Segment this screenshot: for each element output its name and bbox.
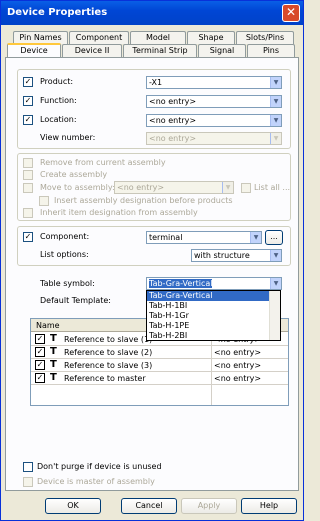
move-assembly-value: <no entry> [117,183,165,192]
chevron-down-icon[interactable]: ▼ [270,278,281,289]
view-number-label: View number: [40,133,96,142]
table-row[interactable]: ✓ T Reference to slave (3) <no entry> [31,359,288,372]
row-checkbox[interactable]: ✓ [35,373,45,383]
create-assembly-label: Create assembly [40,170,108,179]
location-combo[interactable]: <no entry> ▼ [146,114,282,127]
tab-terminal-strip[interactable]: Terminal Strip [123,44,197,57]
tab-pins[interactable]: Pins [247,44,295,57]
dropdown-option[interactable]: Tab-H-2BI [147,331,280,340]
tab-shape[interactable]: Shape [187,31,235,44]
dropdown-option[interactable]: Tab-H-1Gr [147,311,280,321]
inherit-designation-checkbox[interactable] [23,208,33,218]
view-number-combo[interactable]: <no entry> ▼ [146,132,282,145]
dropdown-option[interactable]: Tab-Gra-Vertical [147,291,280,301]
product-checkbox[interactable]: ✓ [23,77,33,87]
text-type-icon: T [50,359,57,370]
product-combo[interactable]: -X1 ▼ [146,76,282,89]
inherit-designation-label: Inherit item designation from assembly [40,208,198,217]
product-label: Product: [40,77,74,86]
help-button[interactable]: Help [241,498,297,514]
tab-model[interactable]: Model [130,31,186,44]
chevron-down-icon[interactable]: ▼ [270,115,281,126]
row-value: <no entry> [214,348,262,357]
apply-button[interactable]: Apply [181,498,237,514]
tab-device-ii[interactable]: Device II [62,44,122,57]
chevron-down-icon[interactable]: ▼ [270,96,281,107]
function-combo[interactable]: <no entry> ▼ [146,95,282,108]
table-symbol-dropdown-list[interactable]: Tab-Gra-Vertical Tab-H-1BI Tab-H-1Gr Tab… [146,290,281,341]
row-name: Reference to slave (1) [64,335,153,344]
text-type-icon: T [50,333,57,344]
list-all-checkbox[interactable] [241,183,251,193]
location-label: Location: [40,115,77,124]
tab-component[interactable]: Component [69,31,129,44]
component-checkbox[interactable]: ✓ [23,232,33,242]
tab-device[interactable]: Device [7,43,61,58]
component-combo[interactable]: terminal ▼ [146,231,262,244]
window-title: Device Properties [7,7,108,18]
move-assembly-combo[interactable]: <no entry> ▼ [114,181,234,194]
default-template-label: Default Template: [40,296,111,305]
move-assembly-checkbox[interactable] [23,183,33,193]
function-value: <no entry> [149,97,197,106]
chevron-down-icon[interactable]: ▼ [270,250,281,261]
chevron-down-icon[interactable]: ▼ [270,77,281,88]
text-type-icon: T [50,372,57,383]
move-assembly-label: Move to assembly: [40,183,115,192]
tab-signal[interactable]: Signal [198,44,246,57]
table-symbol-value: Tab-Gra-Vertical [149,279,213,288]
location-value: <no entry> [149,116,197,125]
column-header-name[interactable]: Name [36,321,60,330]
no-purge-checkbox[interactable] [23,462,33,472]
list-all-label: List all ... [254,183,291,192]
row-checkbox[interactable]: ✓ [35,347,45,357]
insert-designation-label: Insert assembly designation before produ… [54,196,233,205]
row-checkbox[interactable]: ✓ [35,334,45,344]
location-checkbox[interactable]: ✓ [23,115,33,125]
row-value: <no entry> [214,361,262,370]
browse-component-button[interactable]: ... [265,230,283,245]
dropdown-option[interactable]: Tab-H-1BI [147,301,280,311]
ok-button[interactable]: OK [45,498,101,514]
title-bar: Device Properties ✕ [1,1,303,25]
remove-assembly-label: Remove from current assembly [40,158,166,167]
table-row[interactable]: ✓ T Reference to slave (2) <no entry> [31,346,288,359]
list-options-value: with structure [194,251,250,260]
text-type-icon: T [50,346,57,357]
chevron-down-icon[interactable]: ▼ [250,232,261,243]
function-label: Function: [40,96,77,105]
master-assembly-checkbox[interactable] [23,477,33,487]
product-value: -X1 [149,78,163,87]
dropdown-scrollbar[interactable] [269,291,280,340]
table-row[interactable]: ✓ T Reference to master <no entry> [31,372,288,385]
device-properties-dialog: Device Properties ✕ Pin Names Component … [0,0,304,521]
component-label: Component: [40,232,90,241]
row-name: Reference to slave (3) [64,361,153,370]
row-name: Reference to master [64,374,146,383]
insert-designation-checkbox[interactable] [39,196,49,206]
dropdown-option[interactable]: Tab-H-1PE [147,321,280,331]
function-checkbox[interactable]: ✓ [23,96,33,106]
table-symbol-combo[interactable]: Tab-Gra-Vertical ▼ [146,277,282,290]
remove-assembly-checkbox[interactable] [23,158,33,168]
create-assembly-checkbox[interactable] [23,170,33,180]
cancel-button[interactable]: Cancel [121,498,177,514]
master-assembly-label: Device is master of assembly [37,477,155,486]
row-checkbox[interactable]: ✓ [35,360,45,370]
list-options-label: List options: [40,250,89,259]
close-icon[interactable]: ✕ [282,4,300,22]
row-value: <no entry> [214,374,262,383]
chevron-down-icon[interactable]: ▼ [270,133,281,144]
list-options-combo[interactable]: with structure ▼ [191,249,282,262]
component-value: terminal [149,233,183,242]
table-symbol-label: Table symbol: [40,279,95,288]
view-number-value: <no entry> [149,134,197,143]
row-name: Reference to slave (2) [64,348,153,357]
no-purge-label: Don't purge if device is unused [37,462,162,471]
chevron-down-icon[interactable]: ▼ [222,182,233,193]
tab-slots-pins[interactable]: Slots/Pins [236,31,294,44]
